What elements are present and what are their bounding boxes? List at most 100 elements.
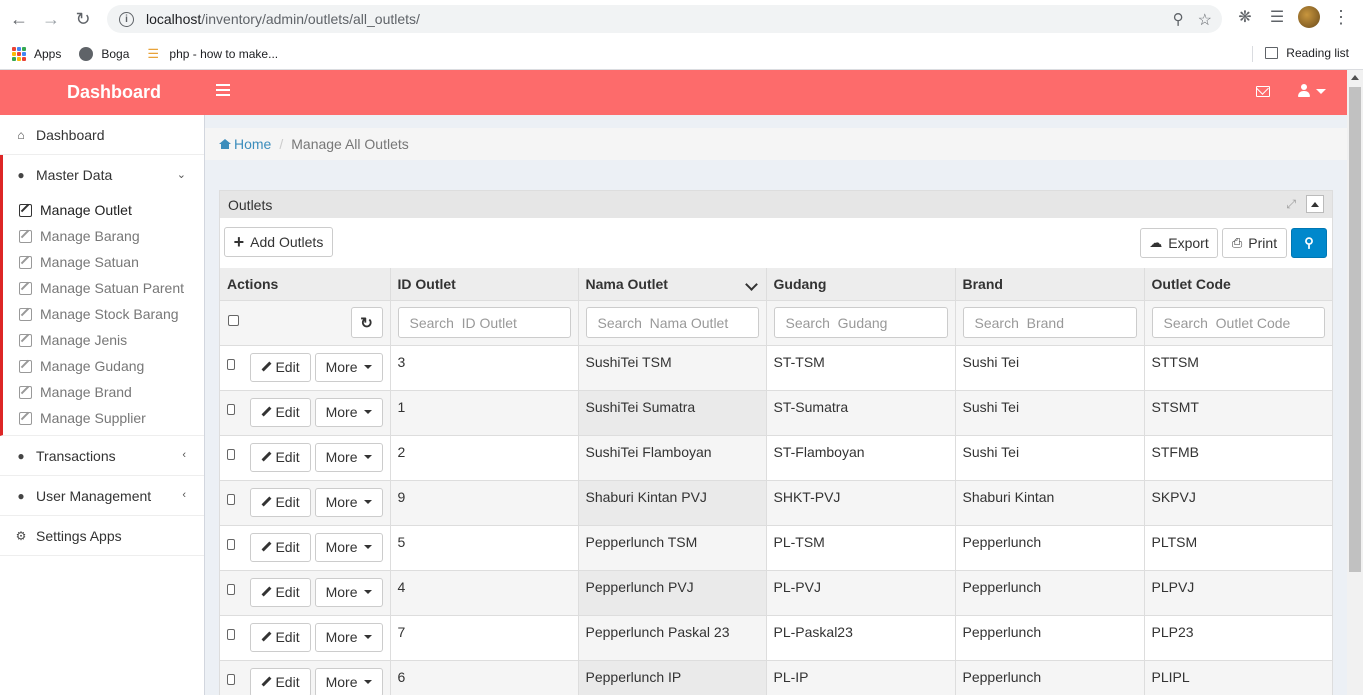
sidebar-item-manage-brand[interactable]: Manage Brand	[3, 379, 204, 405]
search-id-outlet-input[interactable]	[397, 307, 571, 338]
sidebar-item-manage-stock-barang[interactable]: Manage Stock Barang	[3, 301, 204, 327]
column-header-id-outlet[interactable]: ID Outlet	[390, 268, 579, 301]
cell-brand: Pepperlunch	[955, 660, 1145, 695]
edit-button[interactable]: Edit	[250, 352, 311, 382]
edit-button[interactable]: Edit	[250, 532, 311, 562]
cell-gudang: PL-IP	[766, 660, 956, 695]
profile-avatar[interactable]	[1298, 6, 1320, 28]
breadcrumb-home-link[interactable]: Home	[219, 136, 271, 152]
browser-menu-icon[interactable]: ⋮	[1330, 6, 1352, 28]
user-menu-dropdown[interactable]	[1298, 84, 1326, 98]
row-checkbox[interactable]	[227, 583, 236, 595]
edit-button[interactable]: Edit	[250, 397, 311, 427]
table-row[interactable]: Edit More 6 Pepperlunch IP PL-IP Pepperlunch P…	[220, 660, 1333, 695]
edit-button[interactable]: Edit	[250, 667, 311, 695]
cell-gudang: PL-Paskal23	[766, 615, 956, 661]
more-dropdown-button[interactable]: More	[314, 397, 383, 427]
table-row[interactable]: Edit More 9 Shaburi Kintan PVJ SHKT-PVJ Shabu…	[220, 480, 1333, 526]
sidebar-item-manage-supplier[interactable]: Manage Supplier	[3, 405, 204, 431]
sidebar-item-user-management[interactable]: ● User Management ‹	[0, 476, 204, 516]
more-dropdown-button[interactable]: More	[314, 442, 383, 472]
bookmark-apps[interactable]: Apps	[12, 46, 61, 61]
table-row[interactable]: Edit More 4 Pepperlunch PVJ PL-PVJ Pepperlunc…	[220, 570, 1333, 616]
row-checkbox[interactable]	[227, 673, 236, 685]
more-dropdown-button[interactable]: More	[314, 622, 383, 652]
column-header-nama-outlet[interactable]: Nama Outlet	[578, 268, 767, 301]
hamburger-menu-icon[interactable]	[216, 84, 230, 96]
table-row[interactable]: Edit More 5 Pepperlunch TSM PL-TSM Pepperlunc…	[220, 525, 1333, 571]
cell-brand: Pepperlunch	[955, 570, 1145, 616]
info-icon[interactable]: i	[119, 11, 134, 27]
row-checkbox[interactable]	[227, 538, 236, 550]
more-dropdown-button[interactable]: More	[314, 667, 383, 695]
bookmarks-bar: Apps Boga ☰ php - how to make... Reading…	[0, 38, 1363, 70]
sidebar-item-manage-jenis[interactable]: Manage Jenis	[3, 327, 204, 353]
media-queue-icon[interactable]: ☰	[1266, 6, 1288, 28]
export-button[interactable]: ☁ Export	[1140, 228, 1218, 258]
expand-icon[interactable]: ⤢	[1286, 197, 1296, 212]
row-checkbox[interactable]	[227, 358, 236, 370]
select-all-checkbox[interactable]	[228, 315, 239, 326]
reading-list-button[interactable]: Reading list	[1265, 46, 1349, 60]
row-actions-cell: Edit More	[220, 480, 391, 526]
extensions-puzzle-icon[interactable]: ❋	[1234, 6, 1256, 28]
bookmark-php[interactable]: ☰ php - how to make...	[147, 46, 278, 61]
search-toggle-button[interactable]: ⚲	[1291, 228, 1327, 258]
print-icon: ⎙	[1231, 235, 1243, 250]
add-outlets-button[interactable]: + Add Outlets	[224, 227, 333, 257]
brand-logo[interactable]: Dashboard	[0, 70, 228, 115]
pencil-icon	[261, 452, 271, 462]
row-checkbox[interactable]	[227, 403, 236, 415]
panel-title: Outlets	[228, 196, 273, 213]
row-checkbox[interactable]	[227, 493, 236, 505]
edit-button[interactable]: Edit	[250, 622, 311, 652]
sidebar-item-settings-apps[interactable]: ⚙ Settings Apps	[0, 516, 204, 556]
page-scrollbar[interactable]	[1347, 70, 1363, 695]
scrollbar-thumb[interactable]	[1349, 87, 1361, 572]
bookmark-boga[interactable]: Boga	[79, 46, 129, 61]
zoom-icon[interactable]: ⚲	[1173, 10, 1184, 30]
column-header-gudang[interactable]: Gudang	[766, 268, 956, 301]
table-row[interactable]: Edit More 7 Pepperlunch Paskal 23 PL-Paskal2…	[220, 615, 1333, 661]
sidebar-item-manage-satuan[interactable]: Manage Satuan	[3, 249, 204, 275]
more-dropdown-button[interactable]: More	[314, 487, 383, 517]
print-button[interactable]: ⎙ Print	[1222, 228, 1287, 258]
row-actions-cell: Edit More	[220, 660, 391, 695]
scroll-up-arrow-icon[interactable]	[1351, 75, 1359, 80]
forward-arrow-icon[interactable]: →	[35, 3, 67, 35]
table-row[interactable]: Edit More 3 SushiTei TSM ST-TSM Sushi Tei STTS…	[220, 345, 1333, 391]
row-checkbox[interactable]	[227, 628, 236, 640]
column-header-brand[interactable]: Brand	[955, 268, 1145, 301]
cell-id-outlet: 1	[390, 390, 579, 436]
edit-button[interactable]: Edit	[250, 577, 311, 607]
collapse-button[interactable]	[1306, 195, 1324, 213]
edit-button[interactable]: Edit	[250, 487, 311, 517]
sidebar-item-manage-gudang[interactable]: Manage Gudang	[3, 353, 204, 379]
more-dropdown-button[interactable]: More	[314, 532, 383, 562]
search-brand-input[interactable]	[962, 307, 1137, 338]
search-outlet-code-input[interactable]	[1151, 307, 1325, 338]
search-gudang-input[interactable]	[773, 307, 948, 338]
sidebar-item-manage-outlet[interactable]: Manage Outlet	[3, 197, 204, 223]
edit-button[interactable]: Edit	[250, 442, 311, 472]
sidebar-item-manage-barang[interactable]: Manage Barang	[3, 223, 204, 249]
refresh-button[interactable]: ↻	[350, 307, 383, 338]
sidebar-item-master-data[interactable]: ● Master Data ⌄	[0, 155, 204, 195]
table-row[interactable]: Edit More 2 SushiTei Flamboyan ST-Flamboyan S…	[220, 435, 1333, 481]
table-row[interactable]: Edit More 1 SushiTei Sumatra ST-Sumatra Sushi…	[220, 390, 1333, 436]
search-nama-outlet-input[interactable]	[585, 307, 759, 338]
bookmark-star-icon[interactable]: ☆	[1198, 10, 1212, 30]
sidebar-item-manage-satuan-parent[interactable]: Manage Satuan Parent	[3, 275, 204, 301]
reload-icon[interactable]: ↻	[67, 3, 99, 35]
sidebar-item-dashboard[interactable]: ⌂ Dashboard	[0, 115, 204, 155]
envelope-icon[interactable]	[1256, 86, 1270, 97]
more-dropdown-button[interactable]: More	[314, 577, 383, 607]
more-dropdown-button[interactable]: More	[314, 352, 383, 382]
row-checkbox[interactable]	[227, 448, 236, 460]
back-arrow-icon[interactable]: ←	[3, 3, 35, 35]
column-header-outlet-code[interactable]: Outlet Code	[1144, 268, 1333, 301]
caret-down-icon	[363, 590, 372, 594]
address-bar[interactable]: i localhost/inventory/admin/outlets/all_…	[107, 5, 1222, 33]
pencil-icon	[261, 677, 271, 687]
sidebar-item-transactions[interactable]: ● Transactions ‹	[0, 436, 204, 476]
